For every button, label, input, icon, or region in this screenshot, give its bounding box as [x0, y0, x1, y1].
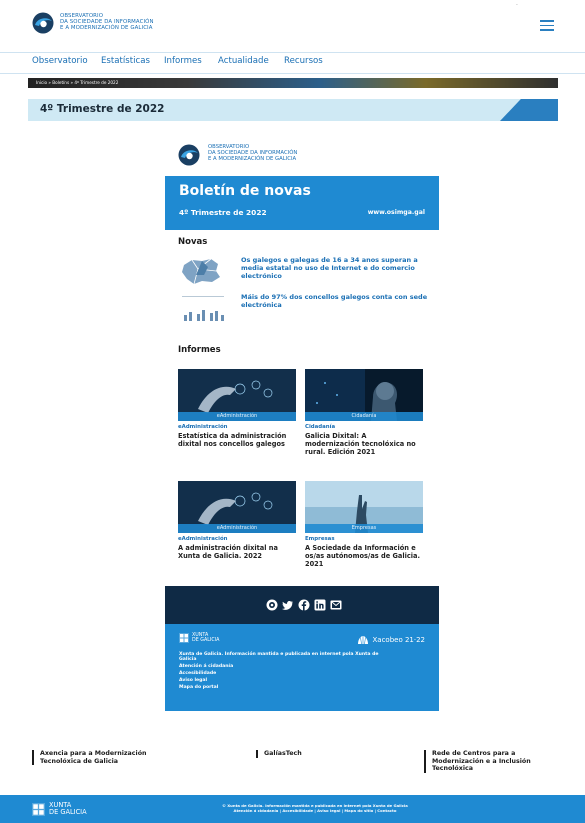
footer-links[interactable]: Atención á cidadanía | Accesibilidade | …	[150, 808, 480, 814]
report-card[interactable]: eAdministración eAdministración A admini…	[178, 481, 296, 561]
news-link[interactable]: Os galegos e galegas de 16 a 34 anos sup…	[241, 256, 431, 280]
xunta-logo[interactable]: XUNTA DE GALICIA	[179, 633, 219, 644]
report-card[interactable]: eAdministración eAdministración Estatíst…	[178, 369, 296, 449]
newsletter-subtitle: 4º Trimestre de 2022	[179, 208, 267, 217]
report-image[interactable]: eAdministración	[178, 369, 296, 421]
newsletter-banner: Boletín de novas 4º Trimestre de 2022 ww…	[165, 176, 439, 230]
xacobeo-text: Xacobeo 21·22	[372, 636, 425, 644]
hamburger-menu-icon[interactable]	[540, 20, 554, 31]
report-card[interactable]: Cidadanía Cidadanía Galicia Dixital: A m…	[305, 369, 423, 456]
report-tag: Empresas	[305, 524, 423, 533]
slideshare-icon[interactable]	[266, 599, 278, 611]
breadcrumb-banner: Inicio » Boletíns » 4º Trimestre de 2022	[28, 78, 558, 88]
social-icons	[266, 599, 342, 611]
xunta-text: XUNTA DE GALICIA	[49, 802, 87, 816]
footer-legal-text: © Xunta de Galicia. Información mantida …	[150, 803, 480, 814]
footer-link-accesibilidade[interactable]: Accesibilidade	[179, 671, 379, 676]
xunta-text: XUNTA DE GALICIA	[192, 633, 219, 644]
page-title: 4º Trimestre de 2022	[40, 103, 165, 115]
partner-link-rede-centros[interactable]: Rede de Centros para a Modernización e a…	[424, 750, 559, 773]
news-heading: Novas	[178, 237, 208, 247]
report-image[interactable]: eAdministración	[178, 481, 296, 533]
newsletter-logo-icon	[178, 144, 200, 166]
nav-item-estatisticas[interactable]: Estatísticas	[101, 56, 150, 66]
social-bar	[165, 586, 439, 624]
report-category: Empresas	[305, 536, 335, 542]
nav-item-informes[interactable]: Informes	[164, 56, 202, 66]
report-tag: eAdministración	[178, 524, 296, 533]
main-nav: Observatorio Estatísticas Informes Actua…	[0, 52, 585, 74]
xacobeo-logo[interactable]: Xacobeo 21·22	[357, 635, 425, 645]
galicia-map-thumbnail[interactable]	[178, 255, 228, 287]
report-category: eAdministración	[178, 424, 228, 430]
site-header: OBSERVATORIO DA SOCIEDADE DA INFORMACIÓN…	[0, 0, 585, 48]
newsletter: OBSERVATORIO DA SOCIEDADE DA INFORMACIÓN…	[165, 131, 439, 711]
footer-link-mapa[interactable]: Mapa do portal	[179, 685, 379, 690]
report-tag: eAdministración	[178, 412, 296, 421]
report-category: eAdministración	[178, 536, 228, 542]
nav-item-observatorio[interactable]: Observatorio	[32, 56, 88, 66]
partner-link-amtega[interactable]: Axencia para a Modernización Tecnolóxica…	[32, 750, 177, 766]
title-accent-shape	[500, 99, 558, 121]
logo-line: E A MODERNIZACIÓN DE GALICIA	[60, 25, 153, 32]
facebook-icon[interactable]	[298, 599, 310, 611]
xunta-shield-icon	[32, 802, 45, 816]
report-title[interactable]: A administración dixital na Xunta de Gal…	[178, 544, 296, 561]
newsletter-url-link[interactable]: www.osimga.gal	[368, 209, 425, 216]
xunta-line: DE GALICIA	[192, 638, 220, 644]
chart-thumbnail[interactable]	[178, 293, 228, 325]
corner-mark: ·	[516, 2, 518, 9]
report-image[interactable]: Empresas	[305, 481, 423, 533]
report-category: Cidadanía	[305, 424, 336, 430]
partner-link-galiastech[interactable]: GalíasTech	[256, 750, 356, 758]
xacobeo-shell-icon	[358, 636, 369, 645]
xunta-line: DE GALICIA	[49, 808, 87, 816]
newsletter-logo-text: OBSERVATORIO DA SOCIEDADE DA INFORMACIÓN…	[208, 144, 297, 163]
breadcrumb[interactable]: Inicio » Boletíns » 4º Trimestre de 2022	[36, 80, 118, 85]
report-title[interactable]: Galicia Dixital: A modernización tecnoló…	[305, 432, 423, 456]
news-link[interactable]: Máis do 97% dos concellos galegos conta …	[241, 293, 431, 309]
reports-heading: Informes	[178, 345, 221, 355]
email-icon[interactable]	[330, 599, 342, 611]
newsletter-footer: XUNTA DE GALICIA Xacobeo 21·22 Xunta de …	[165, 624, 439, 711]
report-tag: Cidadanía	[305, 412, 423, 421]
newsletter-title: Boletín de novas	[179, 183, 311, 199]
report-title[interactable]: A Sociedade da Información e os/as autón…	[305, 544, 423, 568]
xunta-shield-icon	[179, 633, 189, 644]
partner-links: Axencia para a Modernización Tecnolóxica…	[0, 750, 585, 784]
nav-item-recursos[interactable]: Recursos	[284, 56, 323, 66]
footer-link-atencion[interactable]: Atención á cidadanía	[179, 664, 379, 669]
footer-link-aviso-legal[interactable]: Aviso legal	[179, 678, 379, 683]
report-title[interactable]: Estatística da administración dixital no…	[178, 432, 296, 449]
page-footer: XUNTA DE GALICIA © Xunta de Galicia. Inf…	[0, 795, 585, 823]
page-title-bar: 4º Trimestre de 2022	[28, 99, 558, 121]
footer-xunta-logo[interactable]: XUNTA DE GALICIA	[32, 802, 87, 816]
report-card[interactable]: Empresas Empresas A Sociedade da Informa…	[305, 481, 423, 568]
report-image[interactable]: Cidadanía	[305, 369, 423, 421]
observatorio-logo-icon[interactable]	[32, 12, 54, 34]
linkedin-icon[interactable]	[314, 599, 326, 611]
logo-line: E A MODERNIZACIÓN DE GALICIA	[208, 156, 297, 163]
footer-credit: Xunta de Galicia. Información mantida e …	[179, 652, 379, 663]
header-logo-text[interactable]: OBSERVATORIO DA SOCIEDADE DA INFORMACIÓN…	[60, 13, 154, 32]
twitter-icon[interactable]	[282, 599, 294, 611]
nav-item-actualidade[interactable]: Actualidade	[218, 56, 269, 66]
